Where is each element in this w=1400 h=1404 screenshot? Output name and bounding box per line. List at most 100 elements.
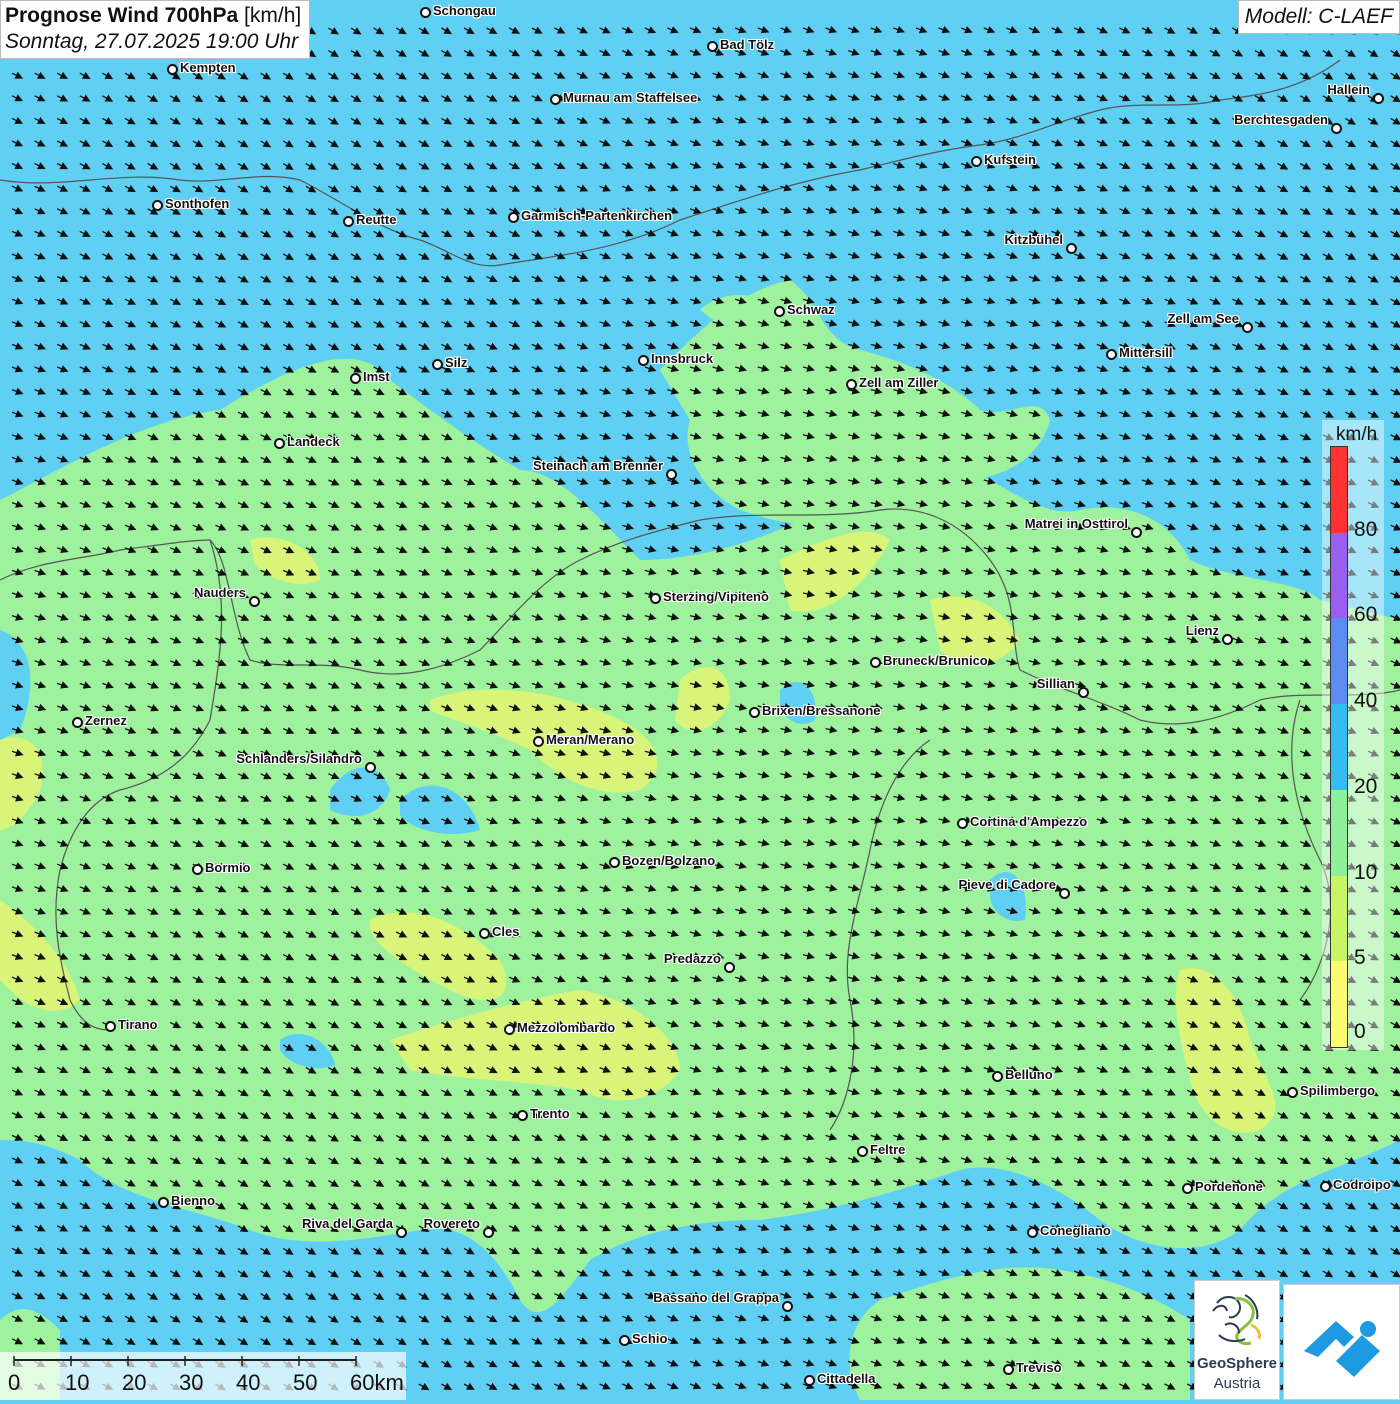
- scale-label: 20: [122, 1370, 147, 1395]
- legend-segment: [1331, 532, 1347, 619]
- city-marker: [1027, 1227, 1038, 1238]
- legend-segment: [1331, 618, 1347, 705]
- city-label: Schwaz: [787, 302, 835, 317]
- city-label: Schlanders/Silandro: [236, 751, 362, 766]
- map-date: Sonntag, 27.07.2025 19:00 Uhr: [5, 30, 299, 53]
- city-marker: [1242, 322, 1253, 333]
- logo-subname: Austria: [1213, 1375, 1261, 1392]
- city-label: Zell am Ziller: [859, 375, 939, 390]
- city-label: Innsbruck: [651, 351, 714, 366]
- legend-label: 20: [1354, 774, 1378, 798]
- city-marker: [1331, 123, 1342, 134]
- legend-segment: [1331, 875, 1347, 962]
- city-marker: [609, 857, 620, 868]
- city-marker: [1287, 1087, 1298, 1098]
- legend-label: 0: [1354, 1020, 1366, 1043]
- city-marker: [550, 94, 561, 105]
- city-label: Feltre: [870, 1142, 906, 1157]
- scale-label: 60km: [350, 1370, 404, 1395]
- city-marker: [432, 359, 443, 370]
- city-label: Cittadella: [817, 1371, 876, 1386]
- city-label: Sillian: [1036, 676, 1075, 691]
- city-label: Hallein: [1327, 82, 1370, 97]
- city-label: Cortina d'Ampezzo: [970, 814, 1088, 829]
- city-label: Treviso: [1016, 1360, 1062, 1375]
- geosphere-emblem-icon: [1212, 1294, 1261, 1345]
- city-marker: [666, 469, 677, 480]
- city-label: Bormio: [205, 860, 251, 875]
- city-marker: [971, 156, 982, 167]
- city-marker: [343, 216, 354, 227]
- city-label: Bozen/Bolzano: [622, 853, 716, 868]
- city-label: Pieve di Cadore: [958, 877, 1056, 892]
- city-marker: [846, 379, 857, 390]
- legend-segment: [1331, 789, 1347, 876]
- city-label: Predazzo: [663, 951, 721, 966]
- city-marker: [1059, 888, 1070, 899]
- city-marker: [638, 355, 649, 366]
- city-marker: [1222, 634, 1233, 645]
- city-marker: [804, 1375, 815, 1386]
- city-label: Bienno: [171, 1193, 216, 1208]
- city-label: Bassano del Grappa: [653, 1290, 779, 1305]
- city-marker: [1182, 1183, 1193, 1194]
- city-label: Zell am See: [1167, 311, 1239, 326]
- model-label: Modell: C-LAEF: [1237, 0, 1400, 34]
- legend-label: 10: [1354, 860, 1378, 884]
- legend-segment: [1331, 961, 1347, 1047]
- city-marker: [365, 762, 376, 773]
- city-label: Landeck: [287, 434, 340, 449]
- logo-name: GeoSphere: [1196, 1355, 1278, 1372]
- city-marker: [105, 1021, 116, 1032]
- color-legend: km/h 80 60 40 20 10 5 0: [1322, 420, 1384, 1050]
- city-label: Imst: [363, 369, 390, 384]
- city-label: Tirano: [118, 1017, 158, 1032]
- city-marker: [396, 1227, 407, 1238]
- legend-label: 40: [1354, 689, 1378, 713]
- city-marker: [857, 1146, 868, 1157]
- legend-label: 80: [1354, 517, 1378, 541]
- city-label: Nauders: [193, 585, 246, 600]
- scale-label: 30: [179, 1370, 204, 1395]
- scale-label: 10: [65, 1370, 90, 1395]
- city-label: Trento: [530, 1106, 570, 1121]
- city-label: Reutte: [356, 212, 397, 227]
- city-marker: [479, 928, 490, 939]
- zone-blue-7: [1340, 1196, 1400, 1290]
- legend-segment: [1331, 704, 1347, 790]
- city-label: Garmisch-Partenkirchen: [521, 208, 673, 223]
- city-marker: [1106, 349, 1117, 360]
- city-label: Kempten: [180, 60, 236, 75]
- city-marker: [870, 657, 881, 668]
- map-title-unit: [km/h]: [244, 4, 302, 27]
- city-marker: [992, 1071, 1003, 1082]
- legend-segment: [1331, 447, 1347, 533]
- city-label: Conegliano: [1040, 1223, 1111, 1238]
- city-label: Silz: [445, 355, 468, 370]
- city-label: Kufstein: [984, 152, 1036, 167]
- city-label: Pordenone: [1195, 1179, 1263, 1194]
- city-label: Sonthofen: [165, 196, 230, 211]
- city-marker: [420, 7, 431, 18]
- city-marker: [724, 962, 735, 973]
- city-marker: [533, 736, 544, 747]
- city-label: Schongau: [433, 3, 496, 18]
- city-marker: [483, 1227, 494, 1238]
- city-marker: [192, 864, 203, 875]
- city-marker: [1078, 687, 1089, 698]
- city-marker: [158, 1197, 169, 1208]
- city-label: Schio: [632, 1331, 668, 1346]
- city-label: Matrei in Osttirol: [1024, 516, 1128, 531]
- city-marker: [350, 373, 361, 384]
- scale-bar: 0 10 20 30 40 50 60km: [0, 1352, 406, 1400]
- city-marker: [504, 1024, 515, 1035]
- legend-color-bar: [1330, 446, 1348, 1048]
- city-label: Lienz: [1185, 623, 1219, 638]
- legend-label: 60: [1354, 603, 1378, 627]
- city-marker: [650, 593, 661, 604]
- city-label: Cles: [492, 924, 520, 939]
- city-marker: [1320, 1181, 1331, 1192]
- scale-label: 50: [293, 1370, 318, 1395]
- scale-label: 40: [236, 1370, 261, 1395]
- city-label: Sterzing/Vipiteno: [663, 589, 769, 604]
